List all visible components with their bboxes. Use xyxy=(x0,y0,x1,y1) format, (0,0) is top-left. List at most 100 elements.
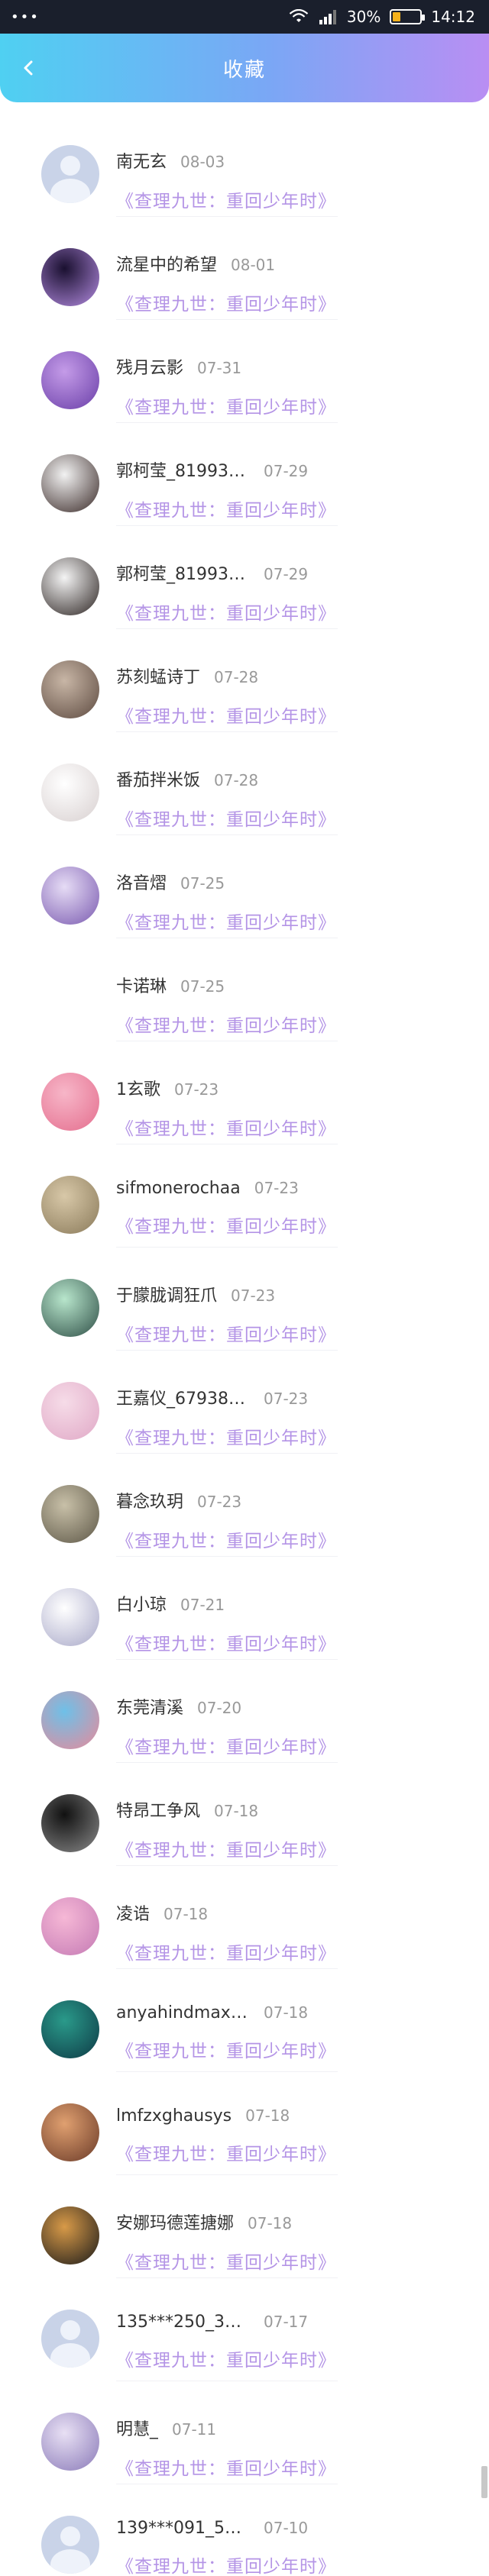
book-title-link[interactable]: 《查理九世：重回少年时》 xyxy=(116,1938,338,1964)
user-name[interactable]: 郭柯莹_819939... xyxy=(116,457,250,482)
list-item[interactable]: 南无玄 08-03 《查理九世：重回少年时》 xyxy=(0,137,489,240)
user-name[interactable]: 苏刻蜢诗丁 xyxy=(116,663,200,688)
user-name[interactable]: 1玄歌 xyxy=(116,1076,160,1100)
avatar[interactable] xyxy=(41,2000,99,2058)
list-item[interactable]: lmfzxghausys 07-18 《查理九世：重回少年时》 xyxy=(0,2096,489,2199)
avatar[interactable] xyxy=(41,351,99,409)
user-name[interactable]: 番茄拌米饭 xyxy=(116,767,200,791)
book-title-link[interactable]: 《查理九世：重回少年时》 xyxy=(116,1212,338,1238)
default-avatar-icon[interactable] xyxy=(41,2310,99,2368)
avatar[interactable] xyxy=(41,248,99,306)
avatar[interactable] xyxy=(41,2206,99,2264)
avatar[interactable] xyxy=(41,1794,99,1852)
user-name[interactable]: 流星中的希望 xyxy=(116,251,217,276)
list-item[interactable]: 郭柯莹_819939... 07-29 《查理九世：重回少年时》 xyxy=(0,447,489,550)
user-name[interactable]: 残月云影 xyxy=(116,354,183,379)
avatar[interactable] xyxy=(41,1485,99,1543)
list-item[interactable]: 安娜玛德莲搪娜 07-18 《查理九世：重回少年时》 xyxy=(0,2199,489,2302)
book-title-link[interactable]: 《查理九世：重回少年时》 xyxy=(116,2036,338,2062)
book-title-link[interactable]: 《查理九世：重回少年时》 xyxy=(116,2248,338,2274)
list-item[interactable]: anyahindmaxra... 07-18 《查理九世：重回少年时》 xyxy=(0,1993,489,2096)
book-title-link[interactable]: 《查理九世：重回少年时》 xyxy=(116,1732,338,1758)
book-title-link[interactable]: 《查理九世：重回少年时》 xyxy=(116,392,338,418)
user-name[interactable]: 洛音熠 xyxy=(116,870,167,894)
user-name[interactable]: sifmonerochaa xyxy=(116,1179,241,1198)
user-name[interactable]: lmfzxghausys xyxy=(116,2106,232,2126)
user-name[interactable]: anyahindmaxra... xyxy=(116,2003,250,2022)
list-item[interactable]: 东莞清溪 07-20 《查理九世：重回少年时》 xyxy=(0,1683,489,1787)
avatar[interactable] xyxy=(41,1897,99,1955)
book-title-link[interactable]: 《查理九世：重回少年时》 xyxy=(116,1423,338,1449)
book-title-link[interactable]: 《查理九世：重回少年时》 xyxy=(116,702,338,728)
user-name[interactable]: 东莞清溪 xyxy=(116,1694,183,1719)
book-title-link[interactable]: 《查理九世：重回少年时》 xyxy=(116,496,338,521)
list-item[interactable]: 特昂工争风 07-18 《查理九世：重回少年时》 xyxy=(0,1787,489,1890)
avatar[interactable] xyxy=(41,1382,99,1440)
list-item[interactable]: 苏刻蜢诗丁 07-28 《查理九世：重回少年时》 xyxy=(0,653,489,756)
list-item[interactable]: 番茄拌米饭 07-28 《查理九世：重回少年时》 xyxy=(0,756,489,859)
default-avatar-icon[interactable] xyxy=(41,145,99,203)
avatar[interactable] xyxy=(41,557,99,615)
book-title-link[interactable]: 《查理九世：重回少年时》 xyxy=(116,2345,338,2371)
avatar[interactable] xyxy=(41,1691,99,1749)
avatar[interactable] xyxy=(41,2103,99,2161)
list-item[interactable]: 139***091_584... 07-10 《查理九世：重回少年时》 xyxy=(0,2508,489,2576)
user-name[interactable]: 王嘉仪_679384... xyxy=(116,1385,250,1409)
book-title-link[interactable]: 《查理九世：重回少年时》 xyxy=(116,2139,338,2165)
user-name[interactable]: 白小琼 xyxy=(116,1591,167,1616)
user-name[interactable]: 凌诰 xyxy=(116,1900,150,1925)
list-item[interactable]: 1玄歌 07-23 《查理九世：重回少年时》 xyxy=(0,1065,489,1168)
user-name[interactable]: 于朦胧调狂爪 xyxy=(116,1282,217,1306)
user-name[interactable]: 暮念玖玥 xyxy=(116,1488,183,1512)
book-title-link[interactable]: 《查理九世：重回少年时》 xyxy=(116,1835,338,1861)
list-item[interactable]: 135***250_353... 07-17 《查理九世：重回少年时》 xyxy=(0,2302,489,2405)
list-item[interactable]: 王嘉仪_679384... 07-23 《查理九世：重回少年时》 xyxy=(0,1374,489,1477)
avatar[interactable] xyxy=(41,763,99,822)
list-item[interactable]: 残月云影 07-31 《查理九世：重回少年时》 xyxy=(0,344,489,447)
avatar[interactable] xyxy=(41,2413,99,2471)
default-avatar-icon[interactable] xyxy=(41,2516,99,2574)
user-name[interactable]: 139***091_584... xyxy=(116,2519,250,2538)
book-title-link[interactable]: 《查理九世：重回少年时》 xyxy=(116,1320,338,1346)
user-name[interactable]: 南无玄 xyxy=(116,148,167,173)
book-title-link[interactable]: 《查理九世：重回少年时》 xyxy=(116,186,338,212)
back-button[interactable] xyxy=(14,53,44,83)
list-item[interactable]: 卡诺琳 07-25 《查理九世：重回少年时》 xyxy=(0,962,489,1065)
list-item[interactable]: 暮念玖玥 07-23 《查理九世：重回少年时》 xyxy=(0,1477,489,1580)
book-title-link[interactable]: 《查理九世：重回少年时》 xyxy=(116,908,338,934)
user-name[interactable]: 卡诺琳 xyxy=(116,973,167,997)
avatar[interactable] xyxy=(41,1588,99,1646)
user-name[interactable]: 安娜玛德莲搪娜 xyxy=(116,2210,234,2234)
list-item[interactable]: 凌诰 07-18 《查理九世：重回少年时》 xyxy=(0,1890,489,1993)
book-title-link[interactable]: 《查理九世：重回少年时》 xyxy=(116,805,338,831)
item-text: lmfzxghausys 07-18 《查理九世：重回少年时》 xyxy=(116,2096,338,2175)
avatar[interactable] xyxy=(41,970,99,1028)
book-title-link[interactable]: 《查理九世：重回少年时》 xyxy=(116,1629,338,1655)
list-item[interactable]: 洛音熠 07-25 《查理九世：重回少年时》 xyxy=(0,859,489,962)
book-title-link[interactable]: 《查理九世：重回少年时》 xyxy=(116,1526,338,1552)
scrollbar-thumb[interactable] xyxy=(481,2466,487,2498)
list-item[interactable]: sifmonerochaa 07-23 《查理九世：重回少年时》 xyxy=(0,1168,489,1271)
user-name[interactable]: 明慧_ xyxy=(116,2416,158,2440)
user-name[interactable]: 郭柯莹_819939... xyxy=(116,560,250,585)
item-header: 139***091_584... 07-10 xyxy=(116,2519,338,2538)
avatar[interactable] xyxy=(41,1279,99,1337)
avatar[interactable] xyxy=(41,867,99,925)
book-title-link[interactable]: 《查理九世：重回少年时》 xyxy=(116,289,338,315)
book-title-link[interactable]: 《查理九世：重回少年时》 xyxy=(116,599,338,625)
list-item[interactable]: 流星中的希望 08-01 《查理九世：重回少年时》 xyxy=(0,240,489,344)
avatar[interactable] xyxy=(41,1176,99,1234)
book-title-link[interactable]: 《查理九世：重回少年时》 xyxy=(116,2552,338,2576)
book-title-link[interactable]: 《查理九世：重回少年时》 xyxy=(116,1114,338,1140)
list-item[interactable]: 于朦胧调狂爪 07-23 《查理九世：重回少年时》 xyxy=(0,1271,489,1374)
book-title-link[interactable]: 《查理九世：重回少年时》 xyxy=(116,2454,338,2480)
avatar[interactable] xyxy=(41,1073,99,1131)
list-item[interactable]: 白小琼 07-21 《查理九世：重回少年时》 xyxy=(0,1580,489,1683)
avatar[interactable] xyxy=(41,454,99,512)
list-item[interactable]: 郭柯莹_819939... 07-29 《查理九世：重回少年时》 xyxy=(0,550,489,653)
avatar[interactable] xyxy=(41,660,99,718)
book-title-link[interactable]: 《查理九世：重回少年时》 xyxy=(116,1011,338,1037)
user-name[interactable]: 特昂工争风 xyxy=(116,1797,200,1822)
user-name[interactable]: 135***250_353... xyxy=(116,2313,250,2332)
list-item[interactable]: 明慧_ 07-11 《查理九世：重回少年时》 xyxy=(0,2405,489,2508)
